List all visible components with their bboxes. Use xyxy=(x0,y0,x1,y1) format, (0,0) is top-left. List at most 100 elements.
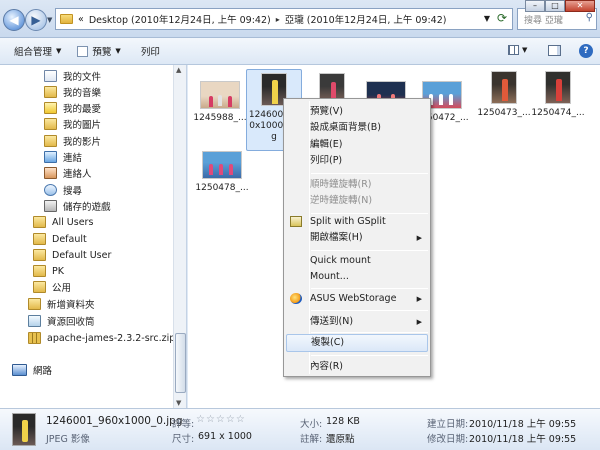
nav-scrollbar[interactable]: ▲ ▼ xyxy=(173,65,186,408)
print-button[interactable]: 列印 xyxy=(141,44,160,58)
maximize-button[interactable]: □ xyxy=(545,0,565,12)
modified-value: 2010/11/18 上午 09:55 xyxy=(469,434,577,445)
nav-item[interactable]: Default User xyxy=(33,247,111,263)
refresh-icon[interactable]: ⟳ xyxy=(497,11,507,25)
menu-item-send-to[interactable]: 傳送到(N) ▶ xyxy=(286,313,428,331)
menu-item-asus-webstorage[interactable]: ASUS WebStorage ▶ xyxy=(286,290,428,308)
file-item[interactable]: 1245988_... xyxy=(192,81,248,124)
recent-pages-dropdown[interactable]: ▼ xyxy=(47,16,52,24)
context-menu: 預覽(V) 設成桌面背景(B) 編輯(E) 列印(P) 順時鐘旋轉(R) 逆時鐘… xyxy=(283,98,431,377)
nav-item[interactable]: PK xyxy=(33,263,64,279)
tags-value[interactable]: 還原點 xyxy=(326,431,355,445)
menu-item-mount[interactable]: Mount... xyxy=(286,268,428,286)
close-button[interactable]: ✕ xyxy=(565,0,595,12)
nav-item-label: 儲存的遊戲 xyxy=(63,202,111,213)
breadcrumb-desktop[interactable]: Desktop (2010年12月24日, 上午 09:42) xyxy=(89,12,271,26)
nav-item[interactable]: 連結 xyxy=(44,149,82,165)
nav-item[interactable]: 我的影片 xyxy=(44,133,101,149)
links-icon xyxy=(44,151,57,163)
submenu-arrow-icon: ▶ xyxy=(416,318,422,326)
scroll-up-icon[interactable]: ▲ xyxy=(176,66,181,74)
nav-item[interactable]: 我的圖片 xyxy=(44,116,101,132)
search-icon[interactable]: ⚲ xyxy=(586,12,593,23)
scrollbar-thumb[interactable] xyxy=(175,333,186,393)
file-item[interactable]: 1250473_... xyxy=(476,71,532,119)
command-bar: 組合管理 ▼ 預覽 ▼ 列印 ▼ ? xyxy=(0,38,600,65)
zip-icon xyxy=(28,332,41,344)
file-item[interactable]: 1250474_... xyxy=(530,71,586,119)
forward-button[interactable]: ▶ xyxy=(25,9,47,31)
size-label: 大小: xyxy=(300,419,323,430)
search-placeholder: 搜尋 亞瓏 xyxy=(524,16,563,26)
chevron-right-icon[interactable]: ▸ xyxy=(276,15,280,24)
nav-item[interactable]: 搜尋 xyxy=(44,182,82,198)
address-path[interactable]: « Desktop (2010年12月24日, 上午 09:42) ▸ 亞瓏 (… xyxy=(55,8,513,30)
contacts-icon xyxy=(44,167,57,179)
nav-item[interactable]: 公用 xyxy=(33,279,71,295)
nav-item-label: 我的影片 xyxy=(63,137,102,148)
nav-item[interactable]: 我的最愛 xyxy=(44,100,101,116)
folder-icon xyxy=(60,14,73,24)
file-item[interactable]: 1250478_... xyxy=(194,151,250,194)
folder-doc-icon xyxy=(44,70,57,82)
menu-item-label: 傳送到(N) xyxy=(310,316,354,327)
nav-item[interactable]: Default xyxy=(33,231,87,247)
address-dropdown-icon[interactable]: ▼ xyxy=(484,14,490,23)
submenu-arrow-icon: ▶ xyxy=(416,234,422,242)
nav-item[interactable]: 網路 xyxy=(12,362,52,378)
selected-file-thumbnail xyxy=(12,413,36,446)
nav-item-label: apache-james-2.3.2-src.zip xyxy=(47,332,176,344)
nav-item[interactable]: 資源回收筒 xyxy=(28,313,95,329)
nav-item[interactable]: 連絡人 xyxy=(44,165,92,181)
menu-item-print[interactable]: 列印(P) xyxy=(286,152,428,170)
nav-item[interactable]: All Users xyxy=(33,214,93,230)
print-label: 列印 xyxy=(140,47,160,58)
organize-label: 組合管理 xyxy=(14,47,53,58)
nav-item[interactable]: 儲存的遊戲 xyxy=(44,198,111,214)
nav-item[interactable]: apache-james-2.3.2-src.zip xyxy=(28,330,175,346)
folder-videos-icon xyxy=(44,135,57,147)
preview-button[interactable]: 預覽 ▼ xyxy=(77,44,121,58)
preview-pane-button[interactable] xyxy=(548,45,561,56)
tags-label: 註解: xyxy=(300,434,323,445)
menu-separator xyxy=(311,332,428,333)
nav-item-label: PK xyxy=(52,265,64,277)
rating-label: 評等: xyxy=(172,419,195,430)
chevron-down-icon: ▼ xyxy=(115,47,121,55)
views-icon xyxy=(508,45,519,55)
menu-separator xyxy=(311,173,428,174)
back-button[interactable]: ◀ xyxy=(3,9,25,31)
nav-item-label: 我的文件 xyxy=(63,72,102,83)
menu-item-copy[interactable]: 複製(C) xyxy=(286,334,428,352)
nav-item-label: 我的最愛 xyxy=(63,104,102,115)
file-name: 1250478_... xyxy=(195,183,249,193)
menu-item-open-with[interactable]: 開啟檔案(H) ▶ xyxy=(286,229,428,247)
nav-item[interactable]: 我的文件 xyxy=(44,68,101,84)
created-value: 2010/11/18 上午 09:55 xyxy=(469,419,577,430)
organize-button[interactable]: 組合管理 ▼ xyxy=(14,44,61,58)
file-name: 1245988_... xyxy=(193,113,247,123)
rating-stars[interactable]: ☆☆☆☆☆ xyxy=(196,414,246,425)
minimize-button[interactable]: – xyxy=(525,0,545,12)
menu-item-label: Split with GSplit xyxy=(310,216,386,227)
image-thumbnail xyxy=(545,71,571,104)
recycle-bin-icon xyxy=(28,315,41,327)
scroll-down-icon[interactable]: ▼ xyxy=(176,399,181,407)
created-label: 建立日期: xyxy=(427,419,469,430)
menu-item-rotate-ccw[interactable]: 逆時鐘旋轉(N) xyxy=(286,192,428,210)
views-button[interactable]: ▼ xyxy=(508,45,527,55)
help-button[interactable]: ? xyxy=(579,44,593,58)
dimensions-value: 691 x 1000 xyxy=(198,431,252,442)
menu-item-set-wallpaper[interactable]: 設成桌面背景(B) xyxy=(286,119,428,137)
nav-item[interactable]: 新增資料夾 xyxy=(28,296,95,312)
folder-icon xyxy=(33,233,46,245)
arrow-right-icon: ▶ xyxy=(31,13,41,27)
breadcrumb-current[interactable]: 亞瓏 (2010年12月24日, 上午 09:42) xyxy=(285,12,447,26)
menu-item-properties[interactable]: 內容(R) xyxy=(286,358,428,376)
nav-item[interactable]: 我的音樂 xyxy=(44,84,101,100)
nav-item-label: 網路 xyxy=(33,366,53,377)
menu-separator xyxy=(311,288,428,289)
nav-item-label: Default xyxy=(52,233,87,245)
nav-item-label: 連絡人 xyxy=(63,169,92,180)
breadcrumb-overflow[interactable]: « xyxy=(78,14,84,25)
